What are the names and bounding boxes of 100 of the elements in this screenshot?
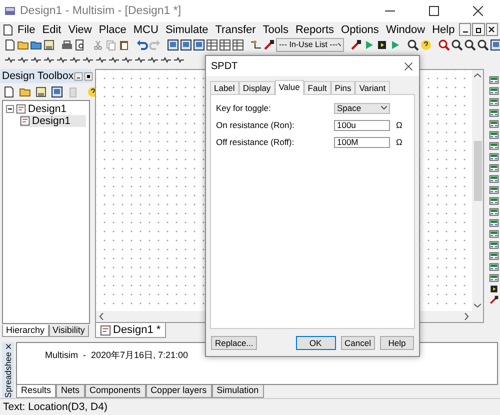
instrument-icon[interactable] <box>488 218 498 228</box>
dialog-button[interactable]: Help <box>380 336 414 350</box>
unit-label: Ω <box>396 120 402 130</box>
wire-icon[interactable] <box>250 38 262 50</box>
panel-tab[interactable]: Copper layers <box>146 385 212 398</box>
input-field[interactable]: 100M <box>334 136 390 148</box>
help-icon[interactable] <box>420 38 432 50</box>
dialog-button[interactable]: Cancel <box>340 336 375 350</box>
panel-tab[interactable]: Visibility <box>48 325 89 337</box>
menu-item[interactable]: Tools <box>259 24 292 36</box>
clipboard-icon[interactable] <box>118 38 130 50</box>
instrument-icon[interactable] <box>488 229 498 239</box>
undo-icon[interactable] <box>136 38 148 50</box>
menu-item[interactable]: Edit <box>38 24 65 36</box>
instrument-icon[interactable] <box>488 240 498 250</box>
menu-item[interactable]: Reports <box>292 24 338 36</box>
scroll-up-icon[interactable] <box>474 73 481 78</box>
instrument-icon[interactable] <box>488 262 498 272</box>
menu-item[interactable]: Simulate <box>162 24 212 36</box>
dialog-tab[interactable]: Pins <box>330 81 356 94</box>
zoom-in-icon[interactable] <box>438 38 450 50</box>
panel-tab[interactable]: Nets <box>56 385 85 398</box>
close-icon[interactable] <box>4 342 12 351</box>
save-icon[interactable] <box>35 86 47 98</box>
magnifier-icon[interactable] <box>407 38 419 50</box>
spreadsheet-icon[interactable] <box>206 38 218 50</box>
instrument-icon[interactable] <box>488 119 498 129</box>
menu-item[interactable]: Help <box>428 24 458 36</box>
spreadsheet-icon[interactable] <box>219 38 231 50</box>
menu-item[interactable]: Window <box>382 24 429 36</box>
close-icon[interactable] <box>84 72 93 80</box>
instrument-icon[interactable] <box>488 152 498 162</box>
scrollbar-thumb[interactable] <box>474 140 482 200</box>
document-tab[interactable]: Design1 * <box>95 323 166 338</box>
probe-icon[interactable] <box>350 38 362 50</box>
save-icon[interactable] <box>43 38 55 50</box>
dialog-button[interactable]: OK <box>296 336 336 350</box>
instrument-icon[interactable] <box>488 108 498 118</box>
dialog-tab[interactable]: Value <box>274 80 304 95</box>
collapse-icon[interactable] <box>6 105 14 113</box>
dialog-tab[interactable]: Variant <box>355 81 390 94</box>
dialog-tab[interactable]: Label <box>210 81 239 94</box>
menu-item[interactable]: Transfer <box>212 24 260 36</box>
probe-icon[interactable] <box>488 295 498 305</box>
in-use-list-dropdown[interactable]: --- In-Use List --- <box>276 38 344 52</box>
menu-item[interactable]: MCU <box>130 24 162 36</box>
instrument-icon[interactable] <box>488 75 498 85</box>
magnifier-icon[interactable] <box>451 38 463 50</box>
new-document-icon[interactable] <box>4 38 16 50</box>
magnifier-icon[interactable] <box>477 38 489 50</box>
instrument-icon[interactable] <box>488 251 498 261</box>
instrument-icon[interactable] <box>488 207 498 217</box>
magnifier-icon[interactable] <box>464 38 476 50</box>
panel-icon[interactable] <box>167 38 179 50</box>
scroll-left-icon[interactable] <box>99 313 104 320</box>
print-preview-icon[interactable] <box>74 38 86 50</box>
close-button[interactable] <box>486 23 498 36</box>
menu-item[interactable]: View <box>64 24 96 36</box>
instrument-icon[interactable] <box>488 97 498 107</box>
panel-icon[interactable] <box>490 38 500 50</box>
panel-tab[interactable]: Hierarchy <box>2 325 49 337</box>
instrument-icon[interactable] <box>488 273 498 283</box>
panel-tab[interactable]: Components <box>84 385 146 398</box>
instrument-icon[interactable] <box>488 141 498 151</box>
menu-item[interactable]: File <box>14 24 39 36</box>
panel-tab[interactable]: Simulation <box>212 385 264 398</box>
instrument-icon[interactable] <box>488 86 498 96</box>
instrument-icon[interactable] <box>488 130 498 140</box>
tree-item[interactable]: Design1 <box>20 115 86 127</box>
new-document-icon[interactable] <box>3 86 15 98</box>
input-field[interactable]: 100u <box>334 120 390 130</box>
dialog-tab[interactable]: Display <box>238 81 275 94</box>
panel-icon[interactable] <box>51 86 63 98</box>
minimize-button[interactable] <box>459 23 472 36</box>
scroll-down-icon[interactable] <box>474 303 481 308</box>
dropdown[interactable]: Space <box>334 102 390 114</box>
printer-icon[interactable] <box>61 38 73 50</box>
instrument-icon[interactable] <box>488 174 498 184</box>
folder-icon[interactable] <box>30 38 42 50</box>
close-icon[interactable] <box>404 62 413 70</box>
chip-icon[interactable] <box>488 284 498 294</box>
instrument-icon[interactable] <box>488 163 498 173</box>
chip-icon[interactable] <box>376 38 388 50</box>
restore-button[interactable] <box>472 23 485 36</box>
menu-item[interactable]: Options <box>338 24 382 36</box>
dialog-tab[interactable]: Fault <box>304 81 331 94</box>
panel-tab[interactable]: Results <box>16 385 56 398</box>
instrument-icon[interactable] <box>488 196 498 206</box>
menu-item[interactable]: Place <box>95 24 130 36</box>
panel-icon[interactable] <box>180 38 192 50</box>
panel-icon[interactable] <box>193 38 205 50</box>
probe-icon[interactable] <box>263 38 275 50</box>
folder-icon[interactable] <box>17 38 29 50</box>
spreadsheet-icon[interactable] <box>232 38 244 50</box>
dialog-button[interactable]: Replace... <box>211 336 258 350</box>
tree-item[interactable]: Design1 <box>6 103 86 115</box>
folder-icon[interactable] <box>19 86 31 98</box>
instrument-icon[interactable] <box>488 185 498 195</box>
scroll-right-icon[interactable] <box>464 313 469 320</box>
dialog-title: SPDT <box>211 60 238 72</box>
